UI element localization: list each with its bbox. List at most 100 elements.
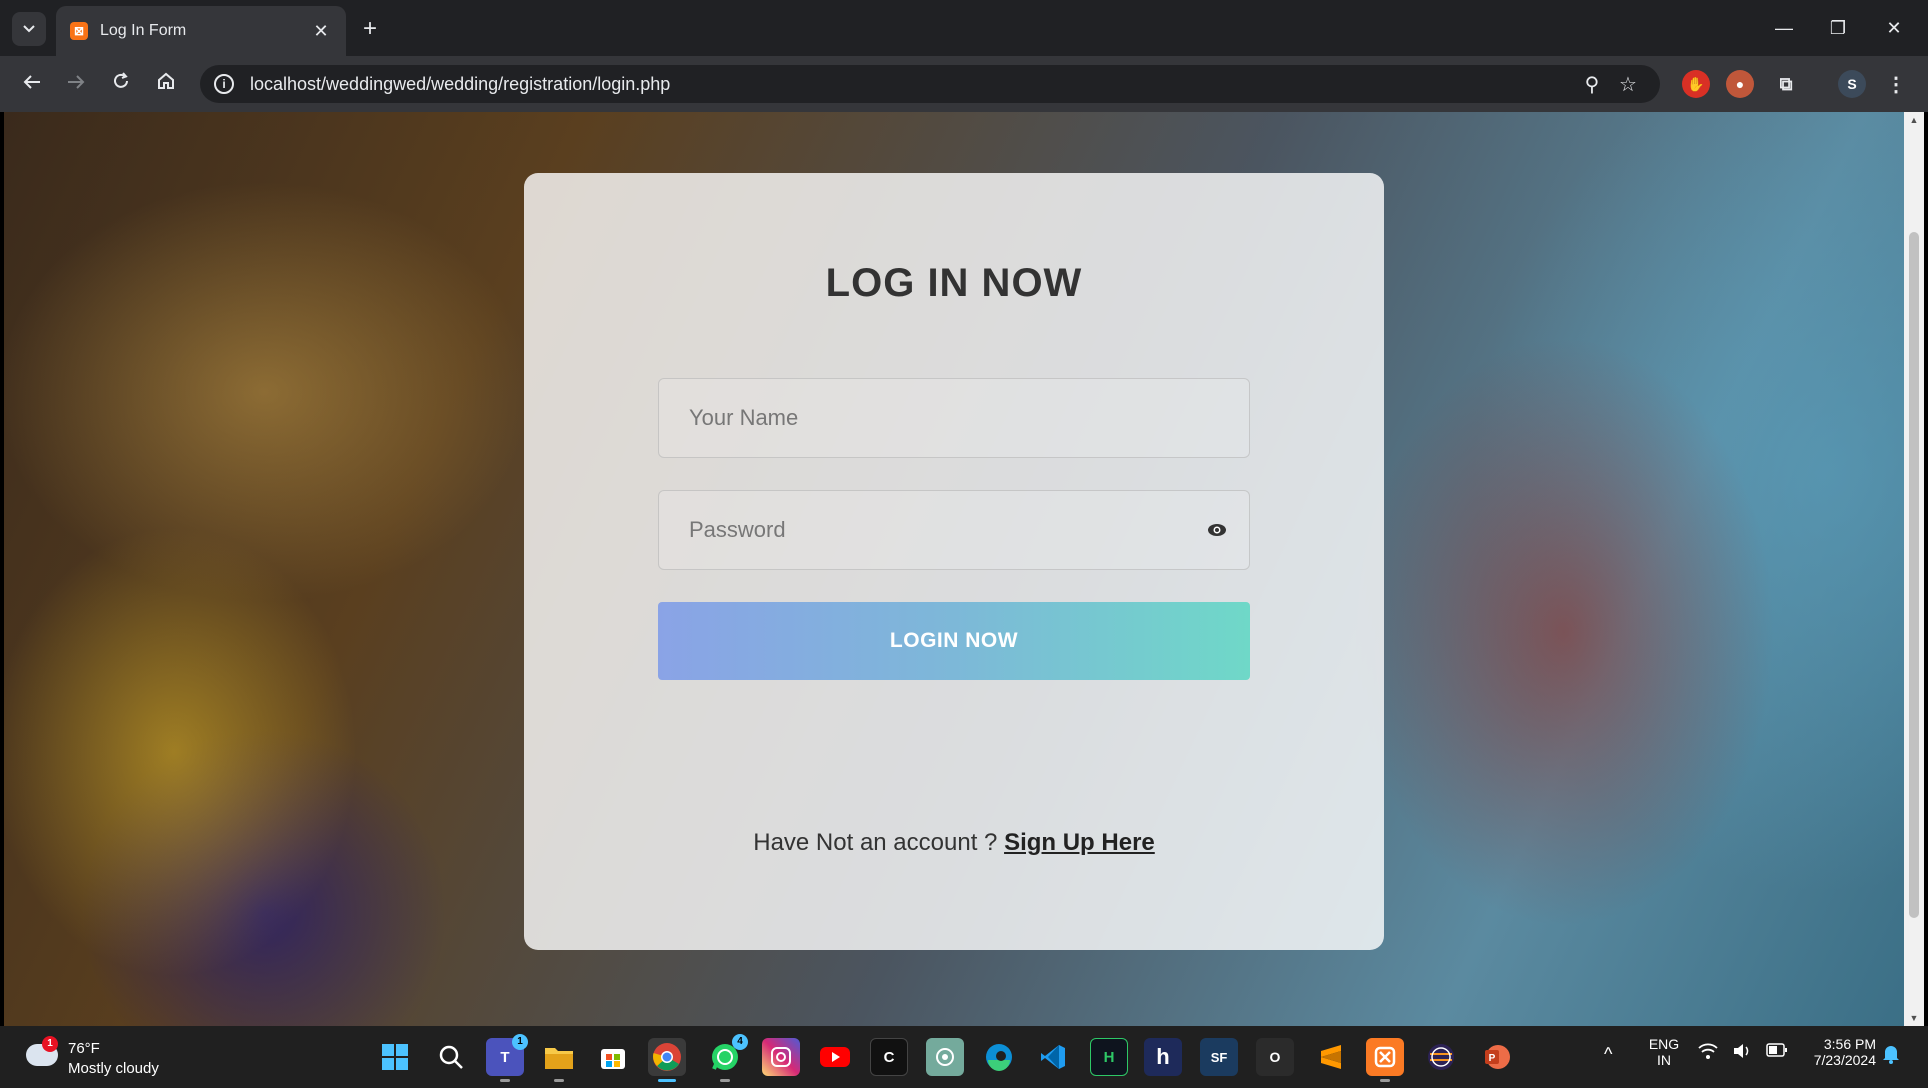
powerpoint-logo-icon: P	[1485, 1045, 1510, 1069]
page-scrollbar[interactable]: ▲ ▼	[1904, 112, 1924, 1026]
chatgpt-icon[interactable]	[926, 1038, 964, 1076]
hackerrank-icon[interactable]: H	[1090, 1038, 1128, 1076]
teams-badge: 1	[512, 1034, 528, 1050]
bell-icon	[1883, 1046, 1899, 1064]
weather-badge: 1	[42, 1036, 58, 1052]
cookie-extension-icon[interactable]: ●	[1726, 70, 1754, 98]
adblock-extension-icon[interactable]: ✋	[1682, 70, 1710, 98]
search-icon[interactable]	[432, 1038, 470, 1076]
profile-avatar[interactable]: S	[1838, 70, 1866, 98]
language-indicator[interactable]: ENG IN	[1642, 1036, 1686, 1068]
bookmark-star-icon[interactable]: ☆	[1610, 72, 1646, 97]
login-button[interactable]: LOGIN NOW	[658, 602, 1250, 680]
start-icon[interactable]	[376, 1038, 414, 1076]
language-code: ENG	[1648, 1036, 1680, 1052]
weather-condition: Mostly cloudy	[68, 1060, 159, 1077]
signup-link[interactable]: Sign Up Here	[1004, 829, 1155, 856]
home-icon	[158, 72, 174, 89]
chevron-down-icon	[23, 25, 35, 33]
capcut-icon[interactable]: C	[870, 1038, 908, 1076]
running-indicator	[720, 1079, 730, 1082]
tab-search-button[interactable]	[12, 12, 46, 46]
arrow-right-icon	[68, 75, 85, 89]
password-input[interactable]	[658, 490, 1250, 570]
clock[interactable]: 3:56 PM 7/23/2024	[1796, 1036, 1876, 1068]
edge-logo-icon	[986, 1044, 1012, 1071]
vscode-logo-icon	[1041, 1045, 1065, 1069]
sf-app-letters: SF	[1210, 1049, 1228, 1065]
instagram-icon[interactable]	[762, 1038, 800, 1076]
tab-login-form[interactable]: ⊠ Log In Form ✕	[56, 6, 346, 56]
xampp-icon[interactable]	[1366, 1038, 1404, 1082]
teams-letter: T	[500, 1048, 510, 1066]
magnifier-icon	[439, 1045, 463, 1069]
whatsapp-badge: 4	[732, 1034, 748, 1050]
windows-taskbar: 1 76°F Mostly cloudy T 1 4 C H h SF O P …	[0, 1026, 1928, 1088]
folder-icon	[545, 1048, 573, 1069]
name-input[interactable]	[658, 378, 1250, 458]
chrome-logo-icon	[653, 1043, 681, 1071]
wifi-icon	[1698, 1043, 1718, 1059]
sublime-icon[interactable]	[1312, 1038, 1350, 1076]
system-tray-icons[interactable]	[1698, 1042, 1788, 1060]
eye-icon[interactable]	[1207, 522, 1227, 538]
language-region: IN	[1657, 1052, 1671, 1068]
notification-bell-icon[interactable]	[1882, 1044, 1900, 1067]
h-app-letter: h	[1156, 1044, 1170, 1069]
running-indicator	[554, 1079, 564, 1082]
browser-toolbar: i localhost/weddingwed/wedding/registrat…	[0, 56, 1928, 112]
address-bar[interactable]: i localhost/weddingwed/wedding/registrat…	[200, 65, 1660, 103]
close-window-button[interactable]: ✕	[1874, 12, 1914, 44]
site-info-icon[interactable]: i	[214, 74, 234, 94]
extensions-puzzle-icon[interactable]: ⧉	[1772, 70, 1800, 98]
eclipse-icon[interactable]	[1422, 1038, 1460, 1076]
camera-icon	[771, 1047, 791, 1067]
close-tab-icon[interactable]: ✕	[310, 21, 332, 42]
h-app-icon[interactable]: h	[1144, 1038, 1182, 1076]
powerpoint-icon[interactable]: P	[1478, 1038, 1516, 1076]
scrollbar-thumb[interactable]	[1909, 232, 1919, 918]
zoom-icon[interactable]: ⚲	[1574, 72, 1610, 97]
sf-app-icon[interactable]: SF	[1200, 1038, 1238, 1076]
arrow-left-icon	[23, 75, 40, 89]
running-indicator	[1380, 1079, 1390, 1082]
browser-chrome: ⊠ Log In Form ✕ + — ❐ ✕ i localhost/wedd…	[0, 0, 1928, 112]
store-icon[interactable]	[594, 1038, 632, 1076]
weather-widget[interactable]: 1 76°F Mostly cloudy	[26, 1036, 186, 1080]
o-app-icon[interactable]: O	[1256, 1038, 1294, 1076]
chrome-icon[interactable]	[648, 1038, 686, 1082]
active-indicator	[658, 1079, 676, 1082]
sublime-logo-icon	[1321, 1045, 1341, 1069]
minimize-button[interactable]: —	[1764, 12, 1804, 44]
forward-button[interactable]	[60, 68, 92, 100]
whatsapp-icon[interactable]: 4	[706, 1034, 748, 1082]
openai-knot-icon	[936, 1048, 954, 1066]
youtube-icon[interactable]	[816, 1038, 854, 1076]
page-viewport: LOG IN NOW LOGIN NOW Have Not an account…	[4, 112, 1904, 1026]
reload-button[interactable]	[105, 68, 137, 100]
file-explorer-icon[interactable]	[540, 1038, 578, 1082]
vscode-icon[interactable]	[1034, 1038, 1072, 1076]
tray-overflow-chevron-icon[interactable]: ^	[1604, 1044, 1612, 1065]
volume-icon	[1734, 1044, 1749, 1058]
back-button[interactable]	[16, 68, 48, 100]
store-bag-icon	[601, 1049, 625, 1069]
scroll-down-arrow-icon[interactable]: ▼	[1904, 1010, 1924, 1026]
tab-title: Log In Form	[100, 22, 187, 39]
play-icon	[820, 1047, 850, 1067]
url-text[interactable]: localhost/weddingwed/wedding/registratio…	[250, 74, 1574, 95]
scroll-up-arrow-icon[interactable]: ▲	[1904, 112, 1924, 128]
home-button[interactable]	[150, 68, 182, 100]
login-title: LOG IN NOW	[825, 261, 1083, 305]
reload-icon	[114, 72, 128, 88]
running-indicator	[500, 1079, 510, 1082]
weather-temperature: 76°F	[68, 1040, 100, 1057]
edge-icon[interactable]	[980, 1038, 1018, 1076]
svg-text:P: P	[1489, 1053, 1496, 1064]
new-tab-button[interactable]: +	[356, 16, 384, 44]
clock-time: 3:56 PM	[1823, 1036, 1876, 1052]
teams-icon[interactable]: T 1	[486, 1034, 528, 1082]
battery-icon	[1766, 1043, 1787, 1057]
restore-button[interactable]: ❐	[1818, 12, 1858, 44]
menu-kebab-icon[interactable]: ⋮	[1882, 70, 1910, 98]
